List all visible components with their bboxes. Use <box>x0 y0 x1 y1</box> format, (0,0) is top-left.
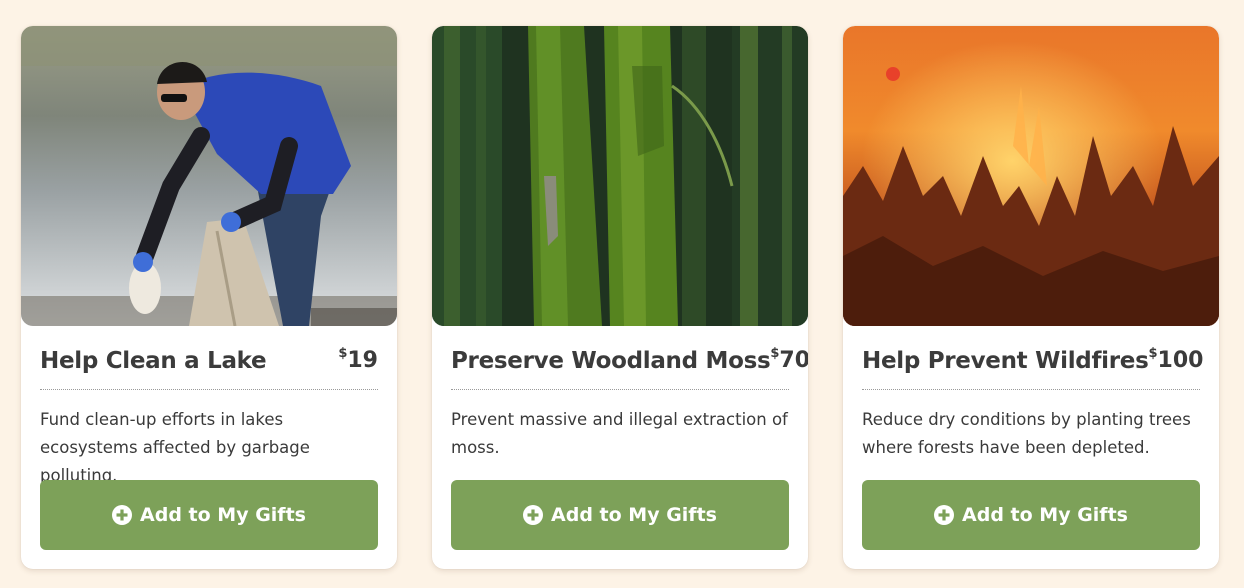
card-description: Fund clean-up efforts in lakes ecosystem… <box>40 410 310 485</box>
price-amount: 70 <box>779 348 808 373</box>
button-label: Add to My Gifts <box>140 504 306 526</box>
gift-card-woodland-moss: Preserve Woodland Moss $70 Prevent massi… <box>432 26 808 569</box>
card-price: $100 <box>1148 346 1204 373</box>
button-label: Add to My Gifts <box>551 504 717 526</box>
add-to-gifts-button[interactable]: Add to My Gifts <box>451 480 789 550</box>
add-to-gifts-button[interactable]: Add to My Gifts <box>862 480 1200 550</box>
plus-circle-icon <box>112 505 133 525</box>
card-header: Preserve Woodland Moss $70 <box>451 344 808 390</box>
card-title: Help Prevent Wildfires <box>862 348 1149 374</box>
plus-circle-icon <box>934 505 955 525</box>
currency-symbol: $ <box>770 346 780 361</box>
add-to-gifts-button[interactable]: Add to My Gifts <box>40 480 378 550</box>
card-description: Reduce dry conditions by planting trees … <box>862 410 1191 457</box>
card-image-lake-cleanup <box>21 26 397 326</box>
currency-symbol: $ <box>1148 346 1158 361</box>
card-description: Prevent massive and illegal extraction o… <box>451 410 788 457</box>
button-label: Add to My Gifts <box>962 504 1128 526</box>
currency-symbol: $ <box>338 346 348 361</box>
card-title: Help Clean a Lake <box>40 348 267 374</box>
card-image-wildfire <box>843 26 1219 326</box>
card-header: Help Clean a Lake $19 <box>40 344 378 390</box>
card-header: Help Prevent Wildfires $100 <box>862 344 1203 390</box>
card-price: $19 <box>338 346 378 373</box>
gift-card-grid: Help Clean a Lake $19 Fund clean-up effo… <box>0 0 1244 588</box>
card-title: Preserve Woodland Moss <box>451 348 771 374</box>
gift-card-clean-lake: Help Clean a Lake $19 Fund clean-up effo… <box>21 26 397 569</box>
price-amount: 19 <box>347 348 378 373</box>
gift-card-wildfires: Help Prevent Wildfires $100 Reduce dry c… <box>843 26 1219 569</box>
card-image-mossy-forest <box>432 26 808 326</box>
card-price: $70 <box>770 346 808 373</box>
price-amount: 100 <box>1157 348 1204 373</box>
plus-circle-icon <box>523 505 544 525</box>
